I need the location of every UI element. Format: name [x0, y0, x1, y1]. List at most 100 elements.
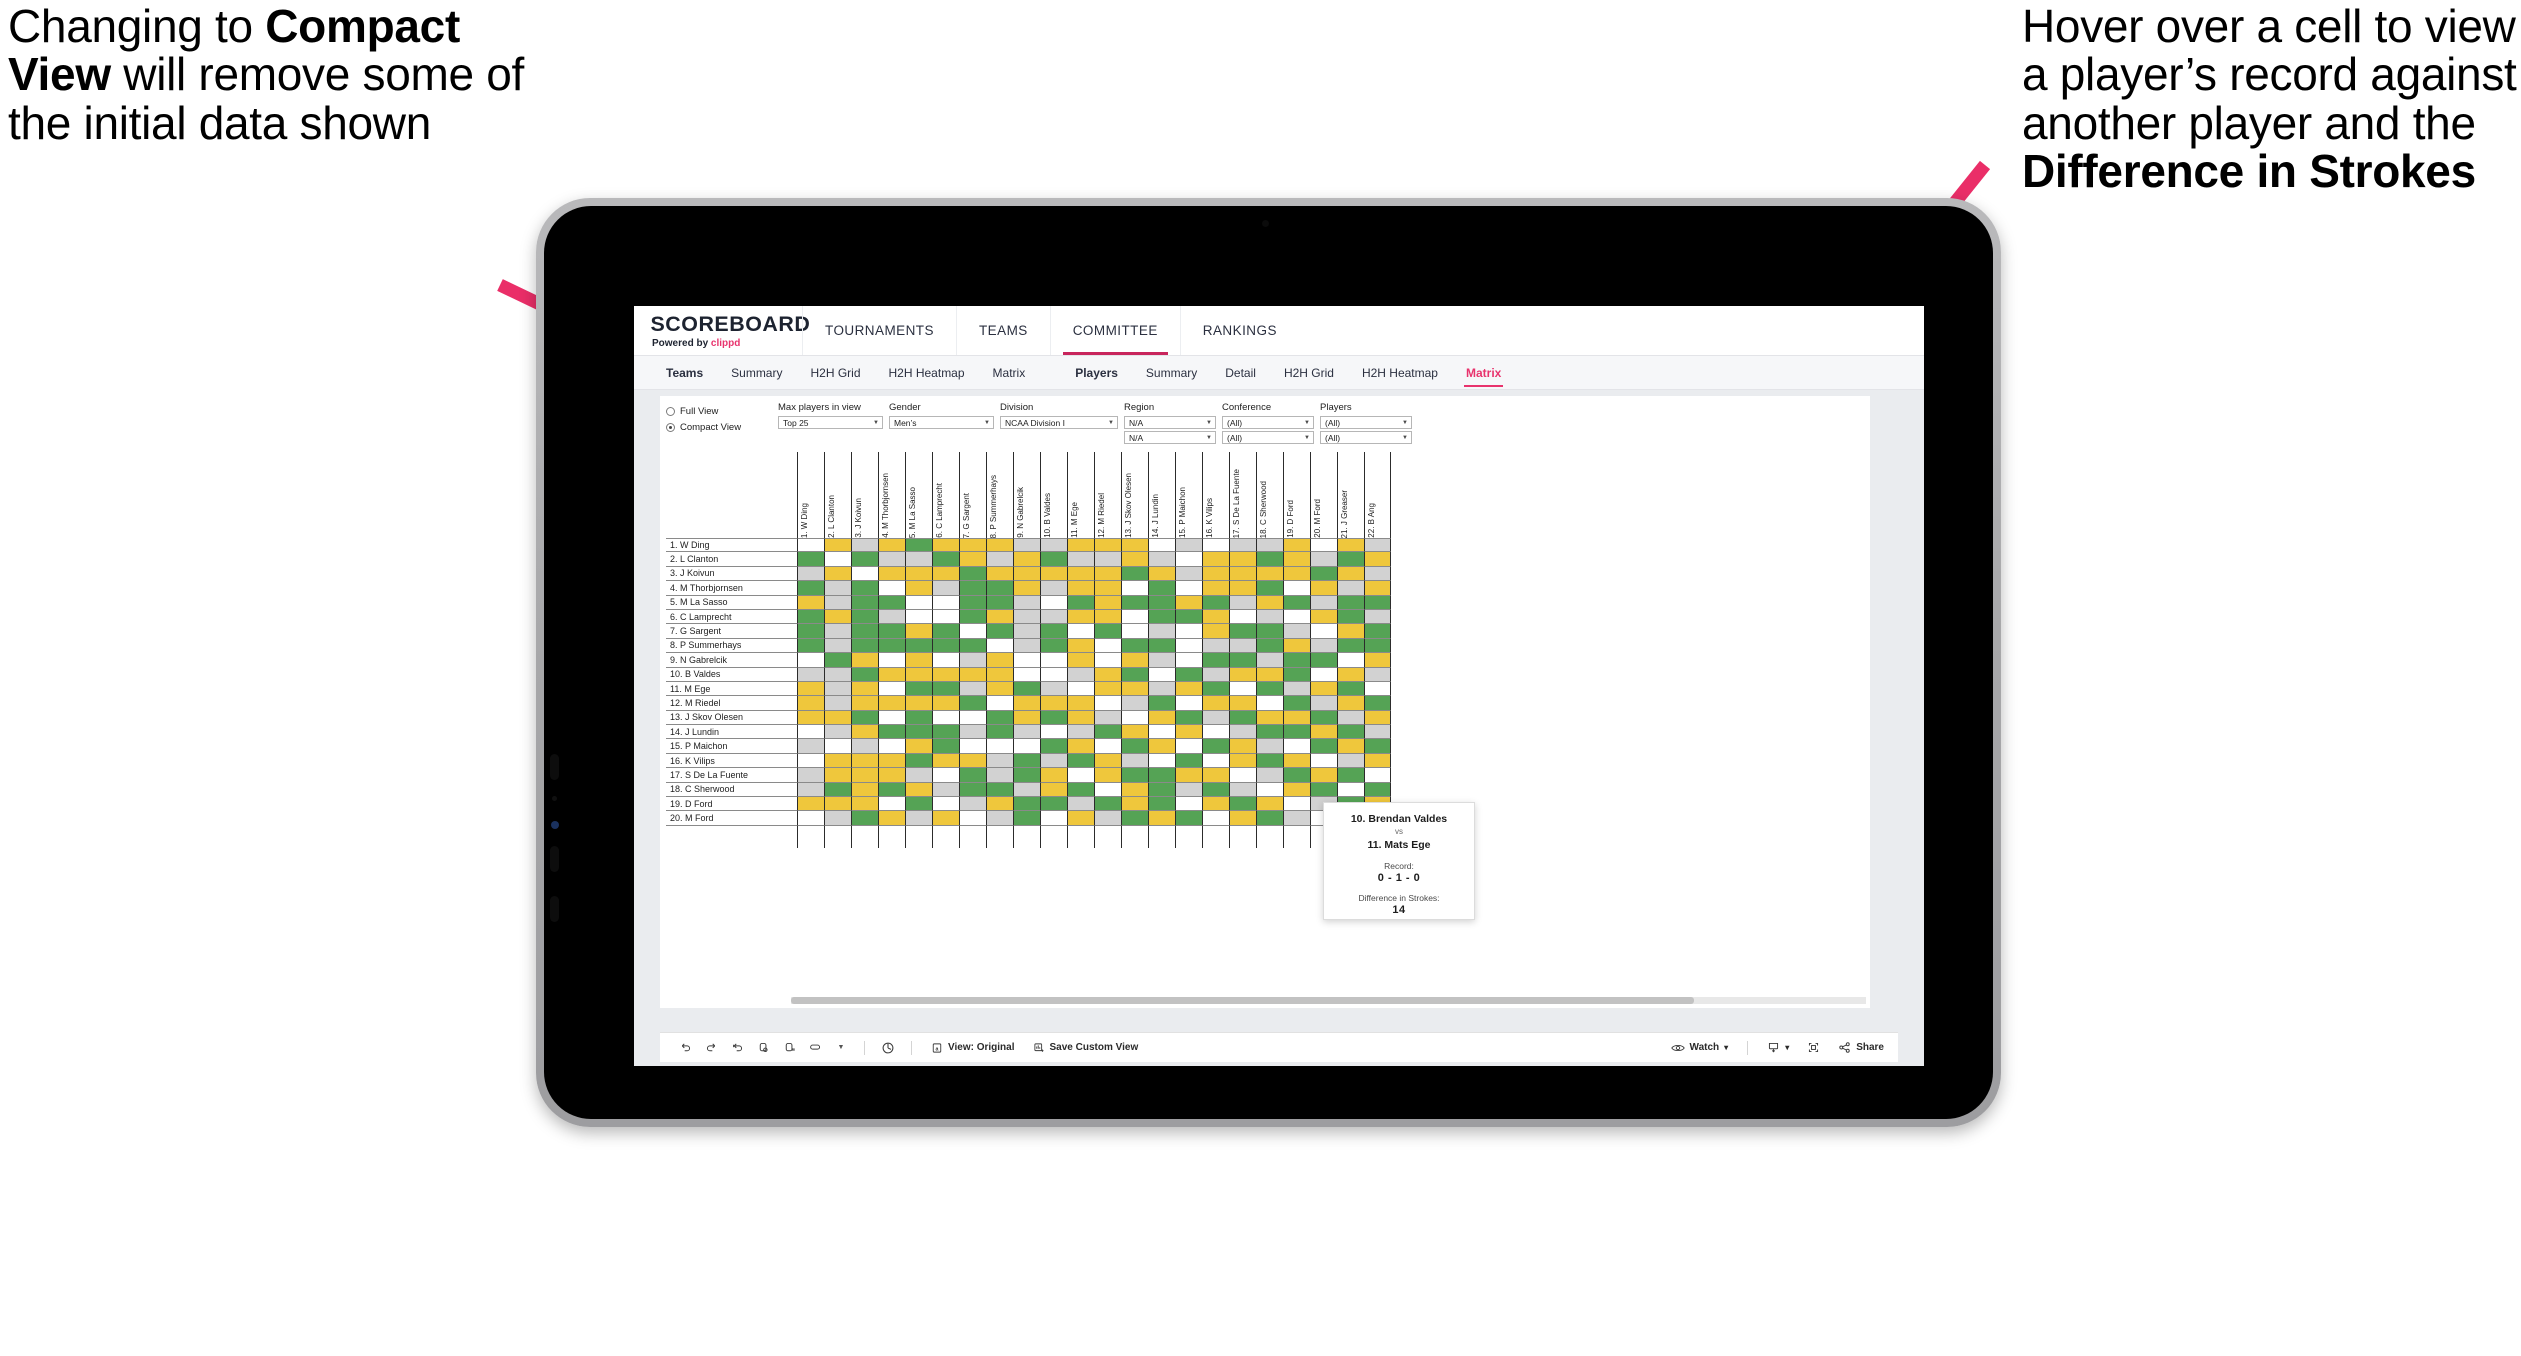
matrix-cell[interactable]	[878, 710, 905, 726]
dropdown-region-2[interactable]: N/A ▼	[1124, 431, 1216, 444]
matrix-cell[interactable]	[851, 538, 878, 553]
matrix-cell[interactable]	[851, 624, 878, 639]
matrix-cell[interactable]	[1202, 797, 1229, 812]
matrix-cell[interactable]	[1094, 552, 1121, 567]
matrix-cell[interactable]	[797, 797, 824, 812]
matrix-cell[interactable]	[959, 681, 986, 697]
matrix-cell[interactable]	[959, 653, 986, 668]
matrix-cell[interactable]	[797, 710, 824, 726]
matrix-cell[interactable]	[1283, 581, 1310, 596]
matrix-cell[interactable]	[1229, 538, 1256, 553]
matrix-cell[interactable]	[1364, 538, 1391, 553]
matrix-cell[interactable]	[1121, 595, 1148, 610]
matrix-cell[interactable]	[1040, 624, 1067, 639]
matrix-cell[interactable]	[851, 753, 878, 769]
matrix-cell[interactable]	[1013, 538, 1040, 553]
matrix-cell[interactable]	[878, 638, 905, 654]
matrix-cell[interactable]	[851, 768, 878, 783]
matrix-cell[interactable]	[1013, 739, 1040, 754]
matrix-cell[interactable]	[959, 538, 986, 553]
matrix-cell[interactable]	[1310, 739, 1337, 754]
matrix-cell[interactable]	[1040, 638, 1067, 654]
matrix-cell[interactable]	[1040, 768, 1067, 783]
matrix-cell[interactable]	[959, 725, 986, 740]
matrix-col-header[interactable]: 18. C Sherwood	[1256, 452, 1283, 538]
matrix-cell[interactable]	[1040, 739, 1067, 754]
matrix-cell[interactable]	[1229, 696, 1256, 711]
matrix-cell[interactable]	[1229, 653, 1256, 668]
matrix-cell[interactable]	[905, 552, 932, 567]
highlight-icon[interactable]	[802, 1035, 828, 1061]
matrix-row-label[interactable]: 8. P Summerhays	[666, 639, 797, 654]
matrix-cell[interactable]	[1067, 595, 1094, 610]
matrix-cell[interactable]	[1337, 552, 1364, 567]
matrix-cell[interactable]	[1175, 725, 1202, 740]
matrix-cell[interactable]	[1310, 768, 1337, 783]
matrix-cell[interactable]	[878, 566, 905, 582]
matrix-cell[interactable]	[932, 624, 959, 639]
radio-option-compact-view[interactable]: Compact View	[666, 419, 778, 435]
matrix-cell[interactable]	[1310, 595, 1337, 610]
matrix-cell[interactable]	[1337, 710, 1364, 726]
nav-tab-committee[interactable]: COMMITTEE	[1049, 306, 1180, 355]
matrix-cell[interactable]	[905, 782, 932, 798]
matrix-cell[interactable]	[1121, 811, 1148, 826]
matrix-cell[interactable]	[1256, 624, 1283, 639]
matrix-cell[interactable]	[797, 667, 824, 682]
matrix-cell[interactable]	[1148, 609, 1175, 625]
matrix-cell[interactable]	[1283, 609, 1310, 625]
sub-tab-players-matrix[interactable]: Matrix	[1452, 356, 1515, 390]
matrix-col-header[interactable]: 19. D Ford	[1283, 452, 1310, 538]
download-button[interactable]: ▾	[1758, 1035, 1798, 1061]
matrix-cell[interactable]	[1283, 768, 1310, 783]
matrix-cell[interactable]	[797, 696, 824, 711]
matrix-cell[interactable]	[1256, 609, 1283, 625]
matrix-cell[interactable]	[878, 725, 905, 740]
matrix-cell[interactable]	[1094, 696, 1121, 711]
matrix-cell[interactable]	[932, 797, 959, 812]
matrix-cell[interactable]	[824, 811, 851, 826]
matrix-cell[interactable]	[1283, 552, 1310, 567]
matrix-cell[interactable]	[1148, 638, 1175, 654]
matrix-cell[interactable]	[932, 538, 959, 553]
matrix-cell[interactable]	[932, 667, 959, 682]
matrix-col-header[interactable]: 21. J Greaser	[1337, 452, 1364, 538]
matrix-cell[interactable]	[1040, 538, 1067, 553]
matrix-cell[interactable]	[986, 725, 1013, 740]
matrix-cell[interactable]	[824, 609, 851, 625]
matrix-cell[interactable]	[1364, 581, 1391, 596]
matrix-cell[interactable]	[1229, 753, 1256, 769]
matrix-cell[interactable]	[1283, 782, 1310, 798]
matrix-cell[interactable]	[932, 609, 959, 625]
matrix-cell[interactable]	[986, 566, 1013, 582]
matrix-cell[interactable]	[824, 566, 851, 582]
matrix-cell[interactable]	[1121, 753, 1148, 769]
pause-icon[interactable]	[776, 1035, 802, 1061]
matrix-cell[interactable]	[1121, 552, 1148, 567]
matrix-cell[interactable]	[851, 797, 878, 812]
matrix-cell[interactable]	[1337, 624, 1364, 639]
matrix-cell[interactable]	[1148, 624, 1175, 639]
matrix-cell[interactable]	[878, 538, 905, 553]
matrix-cell[interactable]	[797, 739, 824, 754]
matrix-cell[interactable]	[1364, 638, 1391, 654]
scrollbar-thumb[interactable]	[791, 997, 1694, 1004]
matrix-col-header[interactable]: 9. N Gabrelcik	[1013, 452, 1040, 538]
matrix-cell[interactable]	[1310, 681, 1337, 697]
dropdown-conference-1[interactable]: (All) ▼	[1222, 416, 1314, 429]
nav-tab-tournaments[interactable]: TOURNAMENTS	[802, 306, 956, 355]
matrix-cell[interactable]	[1256, 797, 1283, 812]
matrix-cell[interactable]	[851, 595, 878, 610]
horizontal-scrollbar[interactable]	[791, 997, 1866, 1004]
matrix-cell[interactable]	[986, 581, 1013, 596]
matrix-cell[interactable]	[878, 667, 905, 682]
matrix-cell[interactable]	[1013, 566, 1040, 582]
chevron-down-icon[interactable]: ▼	[828, 1035, 854, 1061]
matrix-row-label[interactable]: 4. M Thorbjornsen	[666, 581, 797, 596]
matrix-cell[interactable]	[824, 552, 851, 567]
matrix-cell[interactable]	[986, 811, 1013, 826]
matrix-cell[interactable]	[1364, 609, 1391, 625]
matrix-cell[interactable]	[797, 566, 824, 582]
matrix-cell[interactable]	[851, 667, 878, 682]
sub-tab-players-h2h-grid[interactable]: H2H Grid	[1270, 356, 1348, 390]
